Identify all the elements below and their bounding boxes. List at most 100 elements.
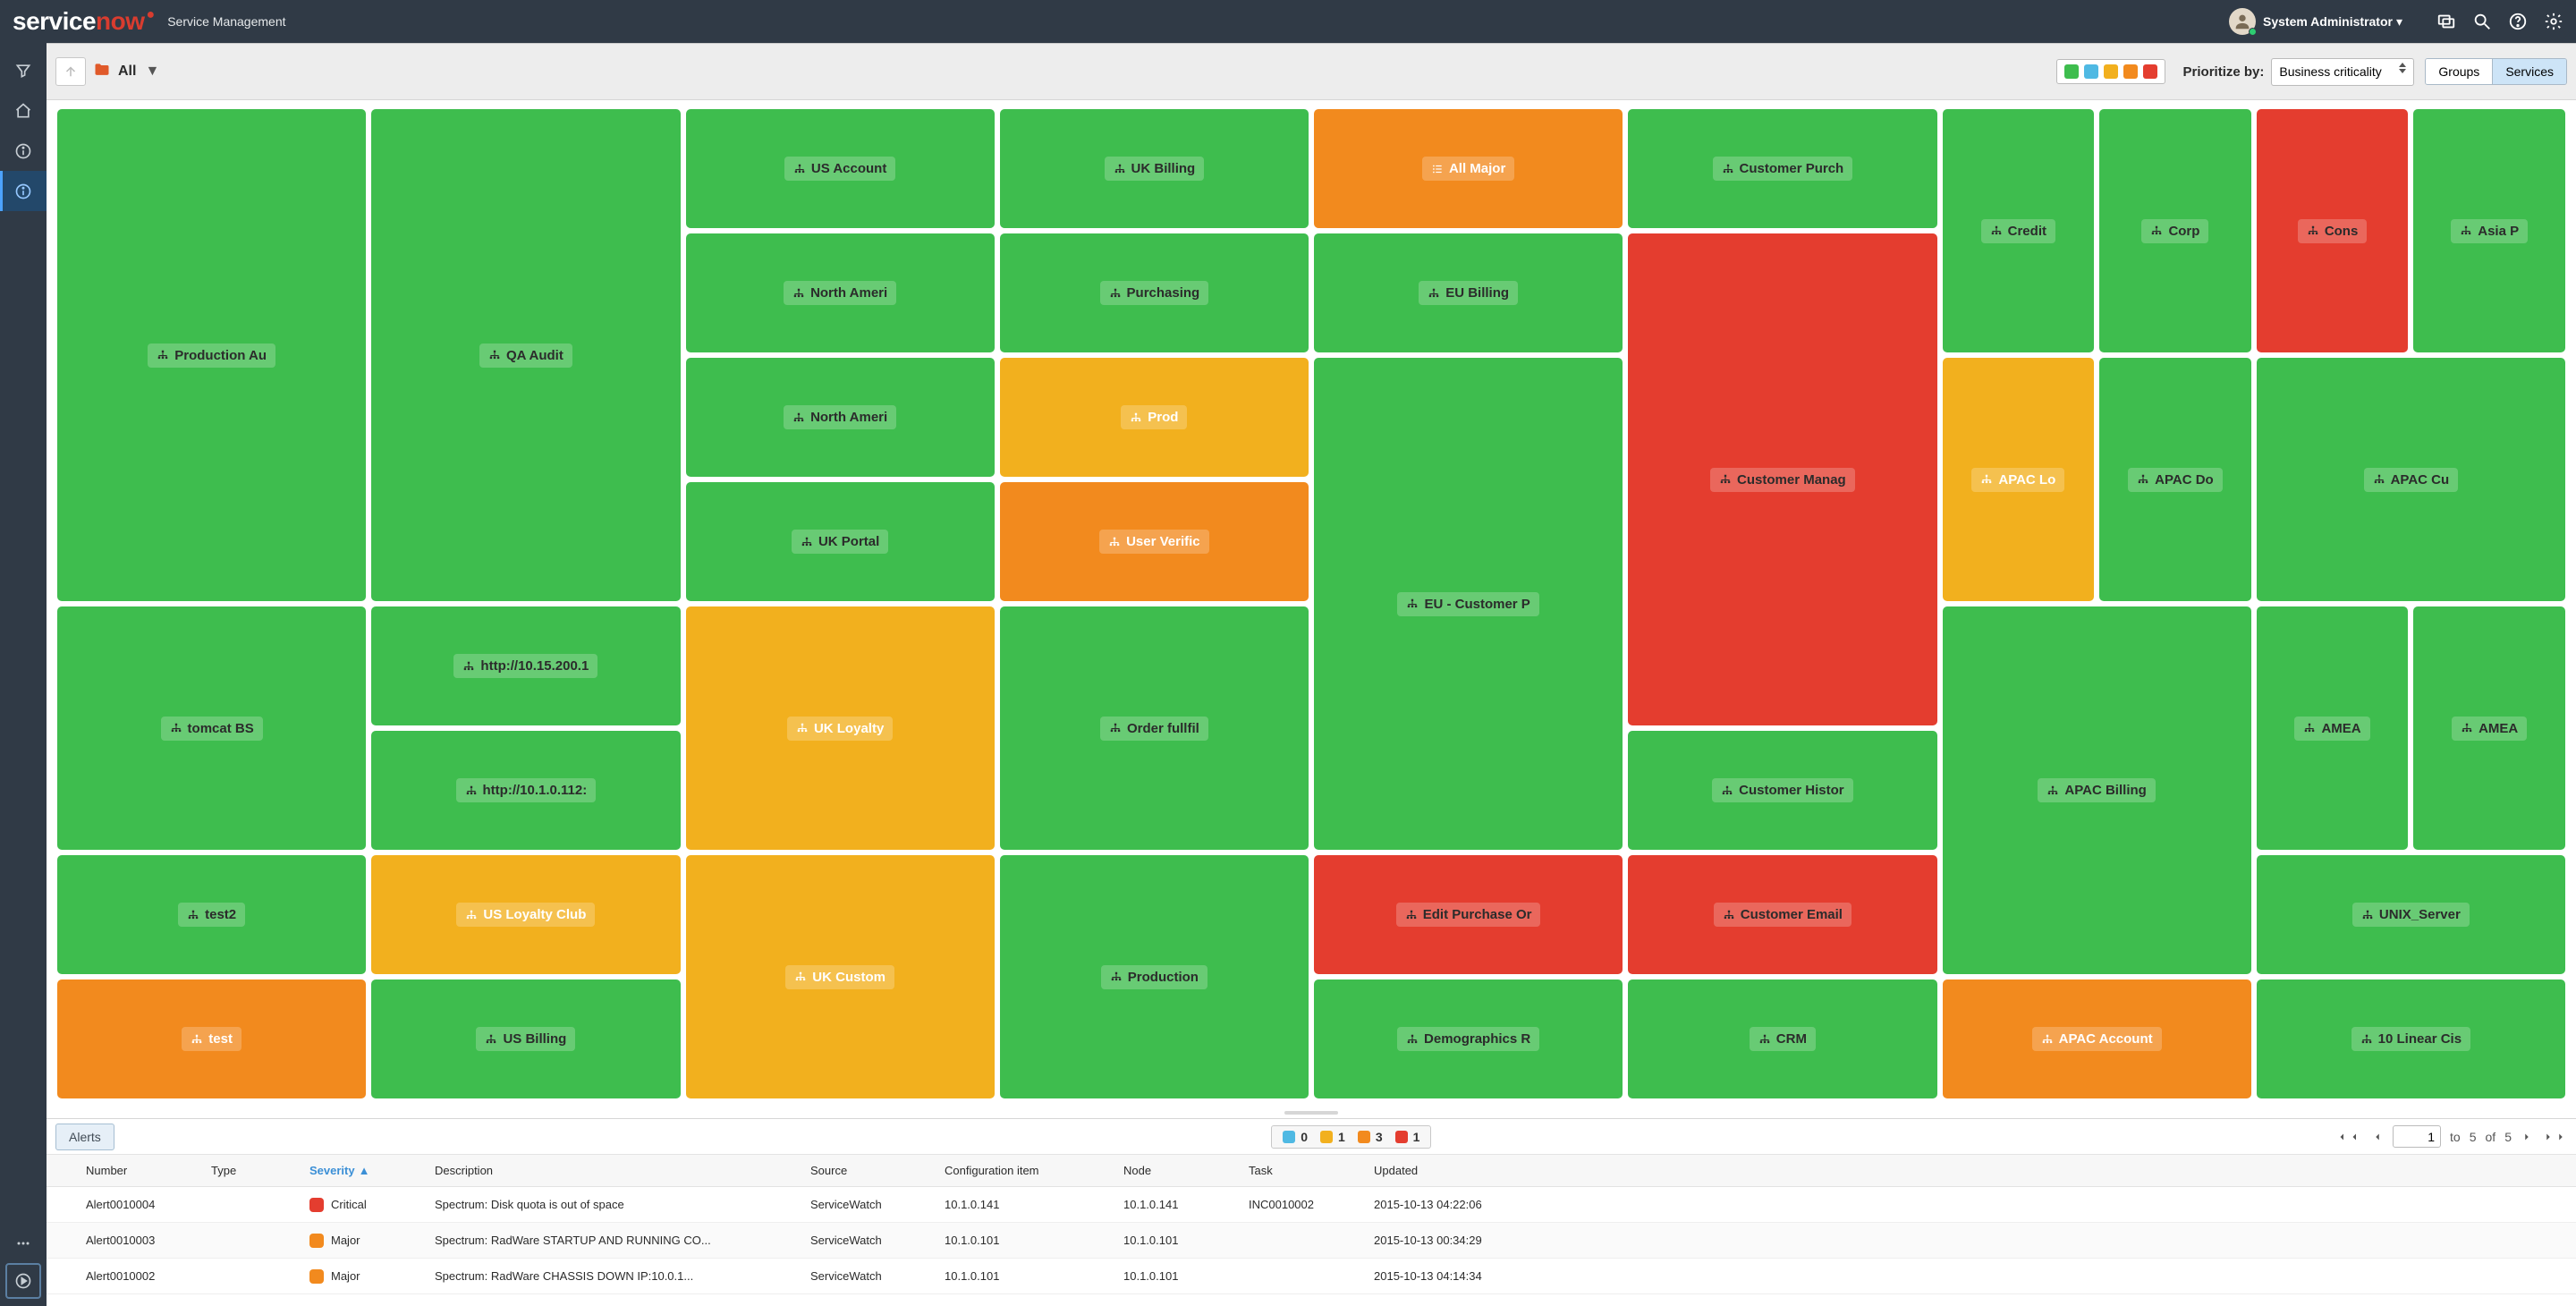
col-ci[interactable]: Configuration item xyxy=(945,1164,1123,1177)
cell-description: Spectrum: RadWare CHASSIS DOWN IP:10.0.1… xyxy=(435,1269,810,1283)
tile-t10[interactable]: Asia P xyxy=(2413,109,2565,352)
tile-t32[interactable]: test2 xyxy=(57,855,366,974)
tile-t6[interactable]: Customer Purch xyxy=(1628,109,1936,228)
tile-t7[interactable]: Credit xyxy=(1943,109,2095,352)
cell-source: ServiceWatch xyxy=(810,1198,945,1211)
conversations-icon[interactable] xyxy=(2436,12,2456,31)
tile-t2[interactable]: QA Audit xyxy=(371,109,680,601)
col-updated[interactable]: Updated xyxy=(1374,1164,2546,1177)
tile-t25[interactable]: http://10.1.0.112: xyxy=(371,731,680,850)
tile-t22[interactable]: UK Portal xyxy=(686,482,995,601)
rail-more-icon[interactable] xyxy=(0,1223,47,1263)
services-button[interactable]: Services xyxy=(2493,59,2566,84)
tile-t28[interactable]: Customer Histor xyxy=(1628,731,1936,850)
tile-t27[interactable]: Order fullfil xyxy=(1000,606,1309,850)
tile-t4[interactable]: UK Billing xyxy=(1000,109,1309,228)
tile-t9[interactable]: Cons xyxy=(2257,109,2409,352)
tile-t18[interactable]: APAC Lo xyxy=(1943,358,2095,601)
groups-button[interactable]: Groups xyxy=(2426,59,2493,84)
resize-handle[interactable] xyxy=(47,1107,2576,1118)
count-warning-icon xyxy=(1320,1131,1333,1143)
tile-t21[interactable]: http://10.15.200.1 xyxy=(371,606,680,725)
tile-t38[interactable]: UNIX_Server xyxy=(2257,855,2565,974)
tile-t3[interactable]: US Account xyxy=(686,109,995,228)
toolbar: All ▼ Prioritize by: Business criticalit… xyxy=(47,44,2576,100)
tile-t37[interactable]: Customer Email xyxy=(1628,855,1936,974)
rail-filter-icon[interactable] xyxy=(0,50,47,90)
col-number[interactable]: Number xyxy=(86,1164,211,1177)
rail-home-icon[interactable] xyxy=(0,90,47,131)
tile-t40[interactable]: US Billing xyxy=(371,980,680,1098)
pager-first-icon[interactable] xyxy=(2337,1131,2362,1143)
tile-chip: Customer Histor xyxy=(1712,778,1853,802)
tile-t35[interactable]: Production xyxy=(1000,855,1309,1098)
pager-prev-icon[interactable] xyxy=(2371,1131,2384,1143)
tile-t43[interactable]: APAC Account xyxy=(1943,980,2251,1098)
col-type[interactable]: Type xyxy=(211,1164,309,1177)
pager-input[interactable] xyxy=(2393,1125,2441,1148)
up-button[interactable] xyxy=(55,57,86,86)
tile-t36[interactable]: Edit Purchase Or xyxy=(1314,855,1623,974)
prioritize-select[interactable]: Business criticality xyxy=(2271,58,2414,86)
col-severity[interactable]: Severity ▲ xyxy=(309,1164,435,1177)
breadcrumb-label: All xyxy=(118,64,136,80)
user-menu-caret[interactable]: ▾ xyxy=(2396,14,2402,30)
table-row[interactable]: Alert0010004CriticalSpectrum: Disk quota… xyxy=(47,1187,2576,1223)
tile-chip: Production xyxy=(1101,965,1208,989)
tile-t26[interactable]: UK Loyalty xyxy=(686,606,995,850)
logo[interactable]: servicenow● xyxy=(13,7,153,36)
tile-t11[interactable]: North Ameri xyxy=(686,233,995,352)
folder-icon xyxy=(93,61,111,83)
rail-info-icon[interactable] xyxy=(0,131,47,171)
tile-t34[interactable]: UK Custom xyxy=(686,855,995,1098)
gear-icon[interactable] xyxy=(2544,12,2563,31)
pager-last-icon[interactable] xyxy=(2542,1131,2567,1143)
table-row[interactable]: Alert0010003MajorSpectrum: RadWare START… xyxy=(47,1223,2576,1259)
tile-chip: UK Billing xyxy=(1105,157,1205,181)
tile-t23[interactable]: User Verific xyxy=(1000,482,1309,601)
tile-t39[interactable]: test xyxy=(57,980,366,1098)
col-source[interactable]: Source xyxy=(810,1164,945,1177)
tile-t29[interactable]: APAC Billing xyxy=(1943,606,2251,974)
tile-chip: Credit xyxy=(1981,219,2055,243)
cell-severity: Major xyxy=(309,1234,435,1248)
tile-chip: APAC Account xyxy=(2032,1027,2162,1051)
tile-t44[interactable]: 10 Linear Cis xyxy=(2257,980,2565,1098)
pager-next-icon[interactable] xyxy=(2521,1131,2533,1143)
rail-info-selected-icon[interactable] xyxy=(0,171,47,211)
tile-t30[interactable]: AMEA xyxy=(2257,606,2409,850)
tile-t12[interactable]: Purchasing xyxy=(1000,233,1309,352)
tile-t17[interactable]: EU - Customer P xyxy=(1314,358,1623,850)
tile-t5[interactable]: All Major xyxy=(1314,109,1623,228)
help-icon[interactable] xyxy=(2508,12,2528,31)
search-icon[interactable] xyxy=(2472,12,2492,31)
tile-t8[interactable]: Corp xyxy=(2099,109,2251,352)
col-node[interactable]: Node xyxy=(1123,1164,1249,1177)
tile-t20[interactable]: APAC Cu xyxy=(2257,358,2565,601)
tile-t1[interactable]: Production Au xyxy=(57,109,366,601)
col-description[interactable]: Description xyxy=(435,1164,810,1177)
tile-t24[interactable]: tomcat BS xyxy=(57,606,366,850)
table-row[interactable]: Alert0010002MajorSpectrum: RadWare CHASS… xyxy=(47,1259,2576,1294)
tile-chip: US Loyalty Club xyxy=(456,903,595,927)
breadcrumb[interactable]: All ▼ xyxy=(93,61,159,83)
cell-ci: 10.1.0.141 xyxy=(945,1198,1123,1211)
tile-t16[interactable]: Prod xyxy=(1000,358,1309,477)
tile-t13[interactable]: EU Billing xyxy=(1314,233,1623,352)
avatar[interactable] xyxy=(2229,8,2256,35)
rail-play-button[interactable] xyxy=(5,1263,41,1299)
tile-t42[interactable]: CRM xyxy=(1628,980,1936,1098)
alerts-tab[interactable]: Alerts xyxy=(55,1124,114,1150)
tile-t31[interactable]: AMEA xyxy=(2413,606,2565,850)
chevron-down-icon[interactable]: ▼ xyxy=(145,64,159,80)
tile-t15[interactable]: North Ameri xyxy=(686,358,995,477)
tile-t33[interactable]: US Loyalty Club xyxy=(371,855,680,974)
user-name[interactable]: System Administrator xyxy=(2263,14,2393,29)
tile-t19[interactable]: APAC Do xyxy=(2099,358,2251,601)
col-task[interactable]: Task xyxy=(1249,1164,1374,1177)
count-critical-icon xyxy=(1395,1131,1408,1143)
tile-t41[interactable]: Demographics R xyxy=(1314,980,1623,1098)
count-info-icon xyxy=(1283,1131,1295,1143)
logo-text-1: service xyxy=(13,7,96,36)
tile-t14[interactable]: Customer Manag xyxy=(1628,233,1936,725)
